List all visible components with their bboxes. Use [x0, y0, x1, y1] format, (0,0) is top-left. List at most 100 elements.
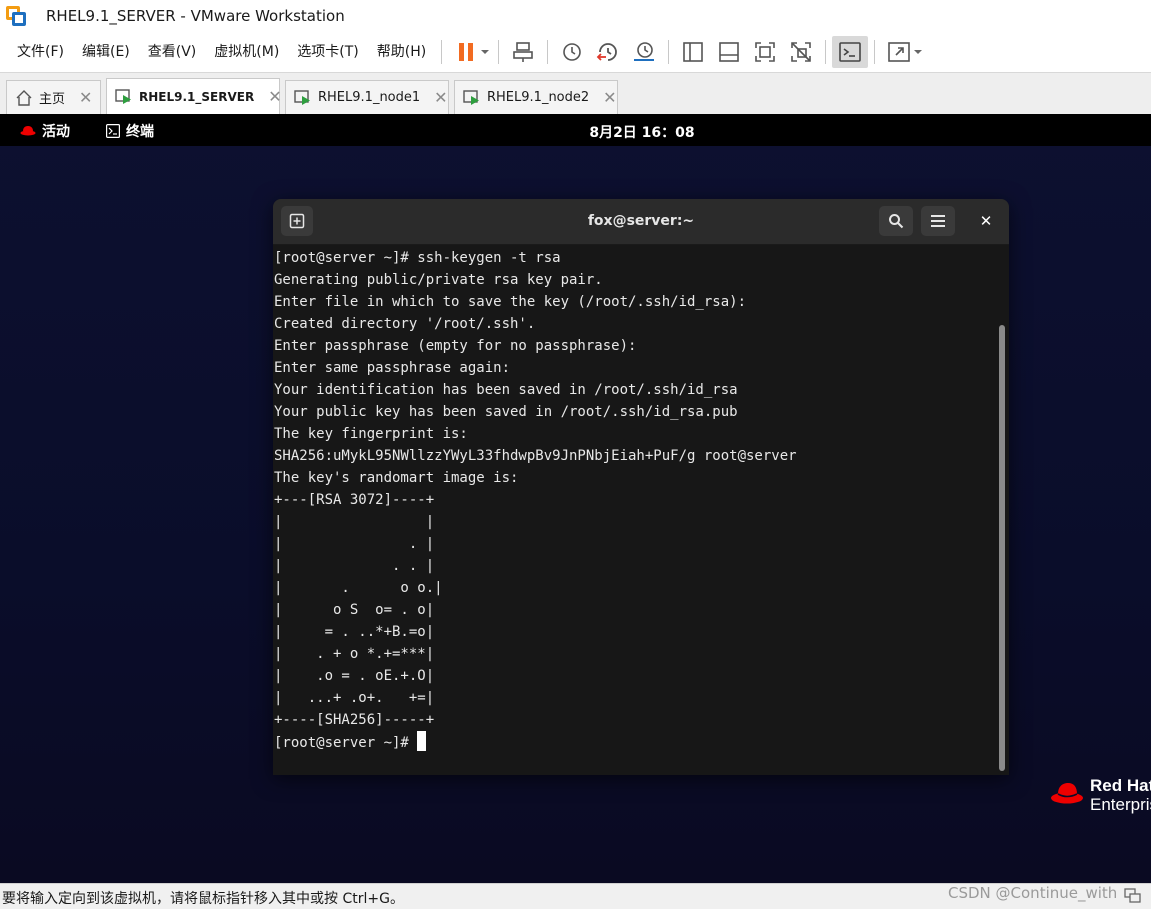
home-icon: [15, 89, 33, 107]
text-cursor: [417, 731, 427, 751]
hamburger-icon: [931, 215, 945, 227]
toolbar-separator: [498, 40, 500, 64]
terminal-line: Your identification has been saved in /r…: [274, 382, 738, 398]
unity-icon: [791, 42, 812, 62]
search-icon: [889, 214, 904, 229]
tab-bar: 主页 ✕ RHEL9.1_SERVER ✕ RHEL9.1_node1 ✕ RH…: [0, 72, 1151, 114]
menu-file[interactable]: 文件(F): [8, 32, 73, 72]
terminal-output[interactable]: [root@server ~]# ssh-keygen -t rsa Gener…: [274, 247, 994, 775]
show-library-button[interactable]: [675, 36, 711, 68]
toolbar-separator: [668, 40, 670, 64]
terminal-line: +----[SHA256]-----+: [274, 712, 435, 728]
fullscreen-icon: [755, 42, 776, 62]
terminal-line: Your public key has been saved in /root/…: [274, 404, 738, 420]
toolbar-separator: [547, 40, 549, 64]
pause-dropdown[interactable]: [478, 36, 492, 68]
stretch-icon: [888, 42, 911, 62]
tab-label: RHEL9.1_node2: [487, 90, 590, 105]
take-snapshot-button[interactable]: [554, 36, 590, 68]
terminal-window[interactable]: fox@server:~ ✕ [root@server ~]# ssh-keyg…: [273, 199, 1009, 775]
clock[interactable]: 8月2日 16：08: [0, 122, 1151, 142]
terminal-close-button[interactable]: ✕: [973, 206, 999, 236]
terminal-line: The key's randomart image is:: [274, 470, 519, 486]
send-keys-icon: [513, 42, 534, 62]
terminal-line: | .o = . oE.+.O|: [274, 668, 435, 684]
revert-snapshot-button[interactable]: [590, 36, 626, 68]
terminal-line: Created directory '/root/.ssh'.: [274, 316, 536, 332]
console-view-button[interactable]: [832, 36, 869, 68]
close-icon[interactable]: ✕: [434, 89, 447, 106]
vm-running-icon: [463, 89, 481, 107]
close-icon[interactable]: ✕: [268, 88, 281, 105]
tab-home[interactable]: 主页 ✕: [6, 80, 101, 114]
window-title: RHEL9.1_SERVER - VMware Workstation: [46, 7, 345, 25]
terminal-line: SHA256:uMykL95NWllzzYWyL33fhdwpBv9JnPNbj…: [274, 448, 797, 464]
chevron-down-icon: [914, 50, 923, 54]
pause-icon: [459, 43, 474, 61]
tab-label: RHEL9.1_node1: [318, 90, 421, 105]
terminal-line: +---[RSA 3072]----+: [274, 492, 435, 508]
gnome-top-bar: 活动 终端 8月2日 16：08: [0, 114, 1151, 146]
window-titlebar: RHEL9.1_SERVER - VMware Workstation: [0, 0, 1151, 32]
menu-vm[interactable]: 虚拟机(M): [205, 32, 288, 72]
vm-console[interactable]: 活动 终端 8月2日 16：08 fox@server:~ ✕ [root@se…: [0, 114, 1151, 883]
shell-prompt: [root@server ~]#: [274, 735, 418, 751]
toolbar-separator: [441, 40, 443, 64]
vmware-logo-icon: [6, 6, 26, 26]
tab-rhel-server[interactable]: RHEL9.1_SERVER ✕: [106, 78, 282, 114]
terminal-line: | . + o *.+=***|: [274, 646, 435, 662]
console-view-icon: [839, 42, 862, 62]
tab-label: 主页: [39, 92, 66, 107]
tab-label: RHEL9.1_SERVER: [139, 89, 255, 104]
send-ctrl-alt-del-button[interactable]: [505, 36, 541, 68]
vm-running-icon: [294, 89, 312, 107]
snapshot-icon: [563, 43, 582, 61]
terminal-line: Enter passphrase (empty for no passphras…: [274, 338, 637, 354]
network-status-icon[interactable]: [1124, 888, 1142, 908]
library-icon: [683, 42, 704, 62]
terminal-scrollbar[interactable]: [996, 249, 1008, 775]
tab-rhel-node1[interactable]: RHEL9.1_node1 ✕: [285, 80, 449, 114]
close-icon[interactable]: ✕: [603, 89, 616, 106]
thumbnail-bar-button[interactable]: [711, 36, 747, 68]
full-screen-button[interactable]: [747, 36, 783, 68]
close-icon[interactable]: ✕: [79, 89, 92, 106]
unity-button[interactable]: [783, 36, 819, 68]
thumbnail-icon: [719, 42, 740, 62]
terminal-line: | . |: [274, 536, 435, 552]
close-icon: ✕: [979, 212, 993, 230]
menu-help[interactable]: 帮助(H): [368, 32, 435, 72]
terminal-line: | = . ..*+B.=o|: [274, 624, 435, 640]
stretch-dropdown[interactable]: [911, 36, 925, 68]
terminal-line: The key fingerprint is:: [274, 426, 468, 442]
menubar: 文件(F) 编辑(E) 查看(V) 虚拟机(M) 选项卡(T) 帮助(H): [0, 32, 1151, 72]
status-bar: 要将输入定向到该虚拟机，请将鼠标指针移入其中或按 Ctrl+G。 CSDN @C…: [0, 883, 1151, 909]
brand-line-1: Red Hat: [1090, 776, 1151, 795]
toolbar-separator: [874, 40, 876, 64]
terminal-prompt-line[interactable]: [root@server ~]#: [274, 731, 994, 753]
terminal-line: Enter file in which to save the key (/ro…: [274, 294, 747, 310]
terminal-line: | ...+ .o+. +=|: [274, 690, 435, 706]
menu-tabs[interactable]: 选项卡(T): [288, 32, 367, 72]
terminal-line: | |: [274, 514, 435, 530]
snapshot-manager-button[interactable]: [626, 36, 662, 68]
hamburger-menu-button[interactable]: [921, 206, 955, 236]
redhat-hat-icon: [1051, 783, 1083, 804]
menu-view[interactable]: 查看(V): [139, 32, 206, 72]
tab-rhel-node2[interactable]: RHEL9.1_node2 ✕: [454, 80, 618, 114]
terminal-line: [root@server ~]# ssh-keygen -t rsa: [274, 250, 561, 266]
vm-running-icon: [115, 88, 133, 106]
terminal-line: Enter same passphrase again:: [274, 360, 511, 376]
terminal-line: Generating public/private rsa key pair.: [274, 272, 603, 288]
toolbar-separator: [825, 40, 827, 64]
menu-edit[interactable]: 编辑(E): [73, 32, 139, 72]
brand-line-2: Enterprise: [1090, 795, 1151, 814]
terminal-line: | o S o= . o|: [274, 602, 435, 618]
redhat-enterprise-logo: Red Hat Enterprise: [1050, 776, 1151, 814]
scrollbar-thumb[interactable]: [999, 325, 1005, 771]
terminal-line: | . o o.|: [274, 580, 443, 596]
snapshot-manager-icon: [634, 42, 655, 61]
chevron-down-icon: [481, 50, 490, 54]
watermark: CSDN @Continue_with: [948, 884, 1118, 902]
search-button[interactable]: [879, 206, 913, 236]
